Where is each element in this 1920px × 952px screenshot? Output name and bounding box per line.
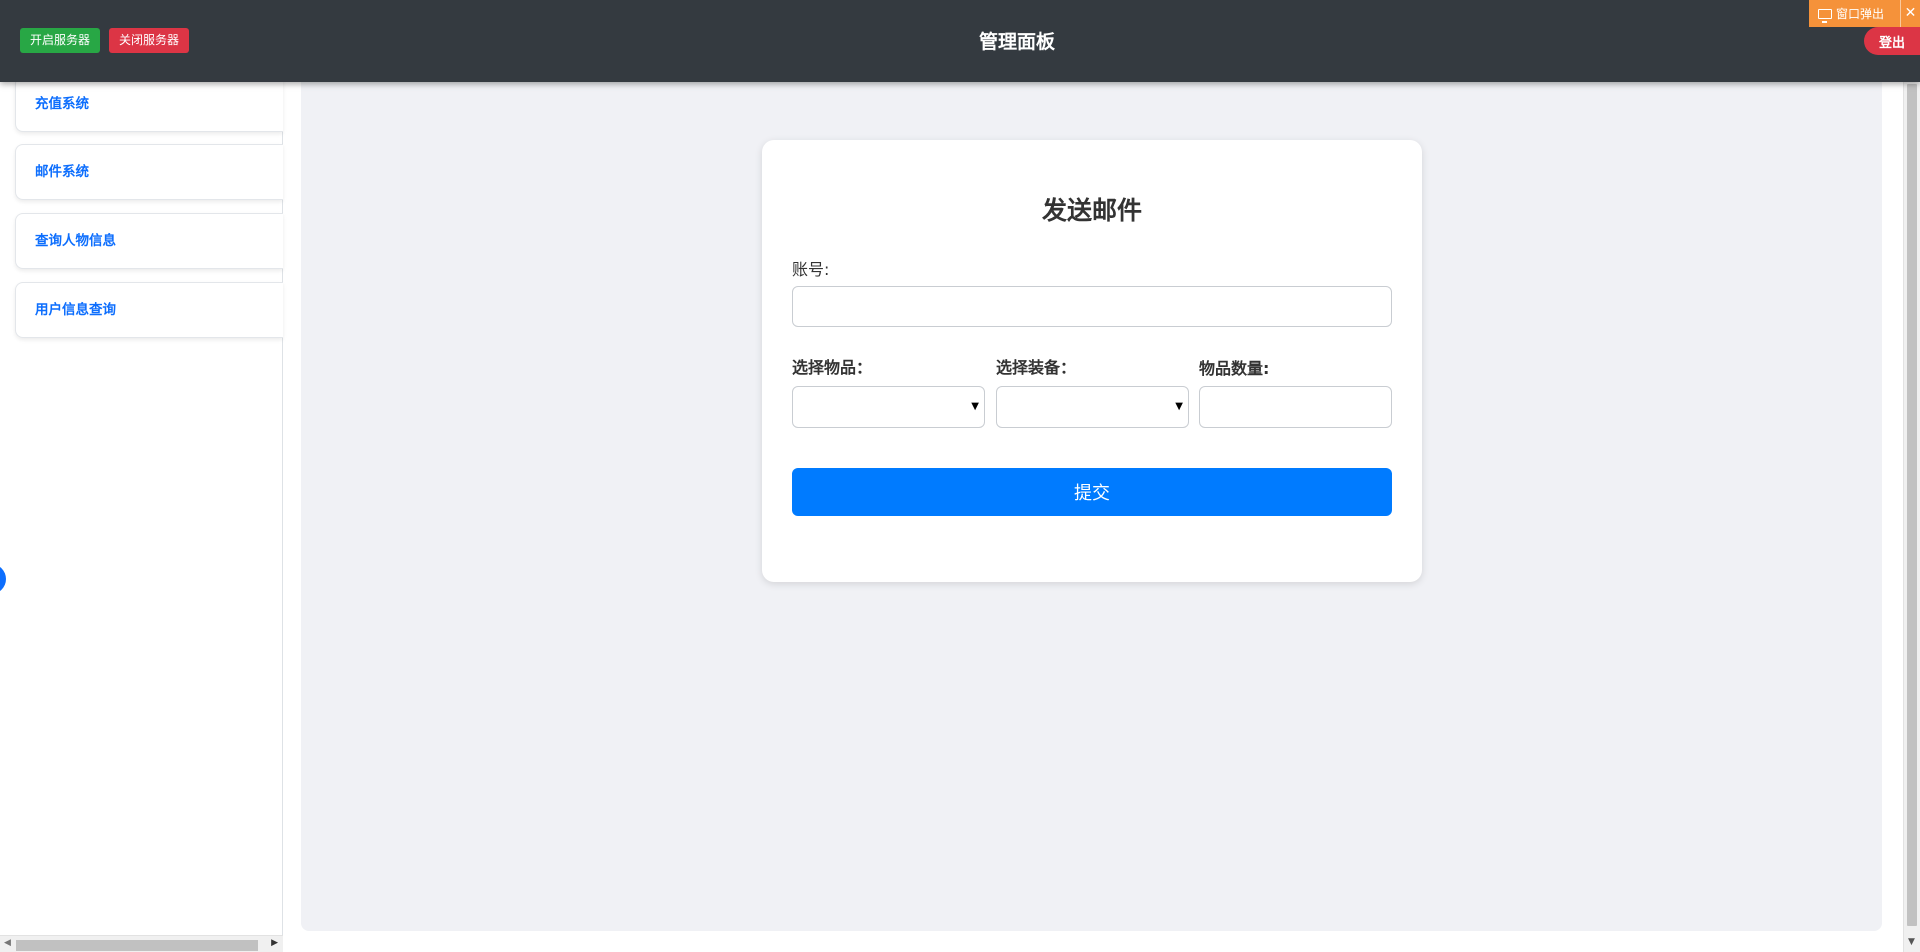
equip-select-label: 选择装备：	[996, 358, 1077, 377]
page-title: 管理面板	[978, 31, 1055, 53]
account-label: 账号:	[792, 260, 830, 279]
monitor-icon	[1818, 8, 1832, 23]
submit-button[interactable]: 提交	[792, 468, 1392, 516]
horizontal-scrollbar[interactable]: ◀ ▶	[0, 935, 283, 952]
scrollbar-thumb[interactable]	[1907, 84, 1917, 926]
quantity-input[interactable]	[1199, 386, 1392, 428]
sidebar-item-character-query[interactable]: 查询人物信息	[15, 213, 283, 269]
sidebar-item-recharge[interactable]: 充值系统	[15, 76, 283, 132]
scrollbar-thumb[interactable]	[16, 940, 258, 951]
scroll-left-icon[interactable]: ◀	[4, 938, 11, 948]
sidebar-toggle-handle[interactable]	[0, 564, 6, 594]
sidebar: 充值系统 邮件系统 查询人物信息 用户信息查询 ◀ ▶	[0, 76, 283, 952]
quantity-label: 物品数量:	[1199, 359, 1270, 378]
window-popup-label[interactable]: 窗口弹出	[1836, 5, 1900, 22]
vertical-scrollbar[interactable]: ▼	[1903, 82, 1920, 952]
dropdown-arrow-icon: ▼	[971, 401, 979, 412]
start-server-button[interactable]: 开启服务器	[20, 28, 101, 53]
item-select-label: 选择物品：	[792, 358, 873, 377]
item-select[interactable]: ▼	[792, 386, 985, 428]
scroll-down-icon[interactable]: ▼	[1908, 937, 1915, 947]
sidebar-item-mail[interactable]: 邮件系统	[15, 144, 283, 200]
logout-button[interactable]: 登出	[1864, 27, 1920, 55]
dropdown-arrow-icon: ▼	[1175, 401, 1183, 412]
window-popup-tab[interactable]: 窗口弹出 ✕	[1809, 0, 1920, 27]
form-title: 发送邮件	[1041, 196, 1142, 225]
send-mail-card: 发送邮件 账号: 选择物品： ▼ 选择装备： ▼ 物品数量: 提交	[762, 140, 1422, 582]
close-icon[interactable]: ✕	[1900, 0, 1920, 27]
equip-select[interactable]: ▼	[996, 386, 1189, 428]
scroll-right-icon[interactable]: ▶	[271, 938, 278, 948]
account-input[interactable]	[792, 286, 1392, 327]
top-header: 开启服务器 关闭服务器 管理面板 登出	[0, 0, 1920, 82]
sidebar-item-user-query[interactable]: 用户信息查询	[15, 282, 283, 338]
